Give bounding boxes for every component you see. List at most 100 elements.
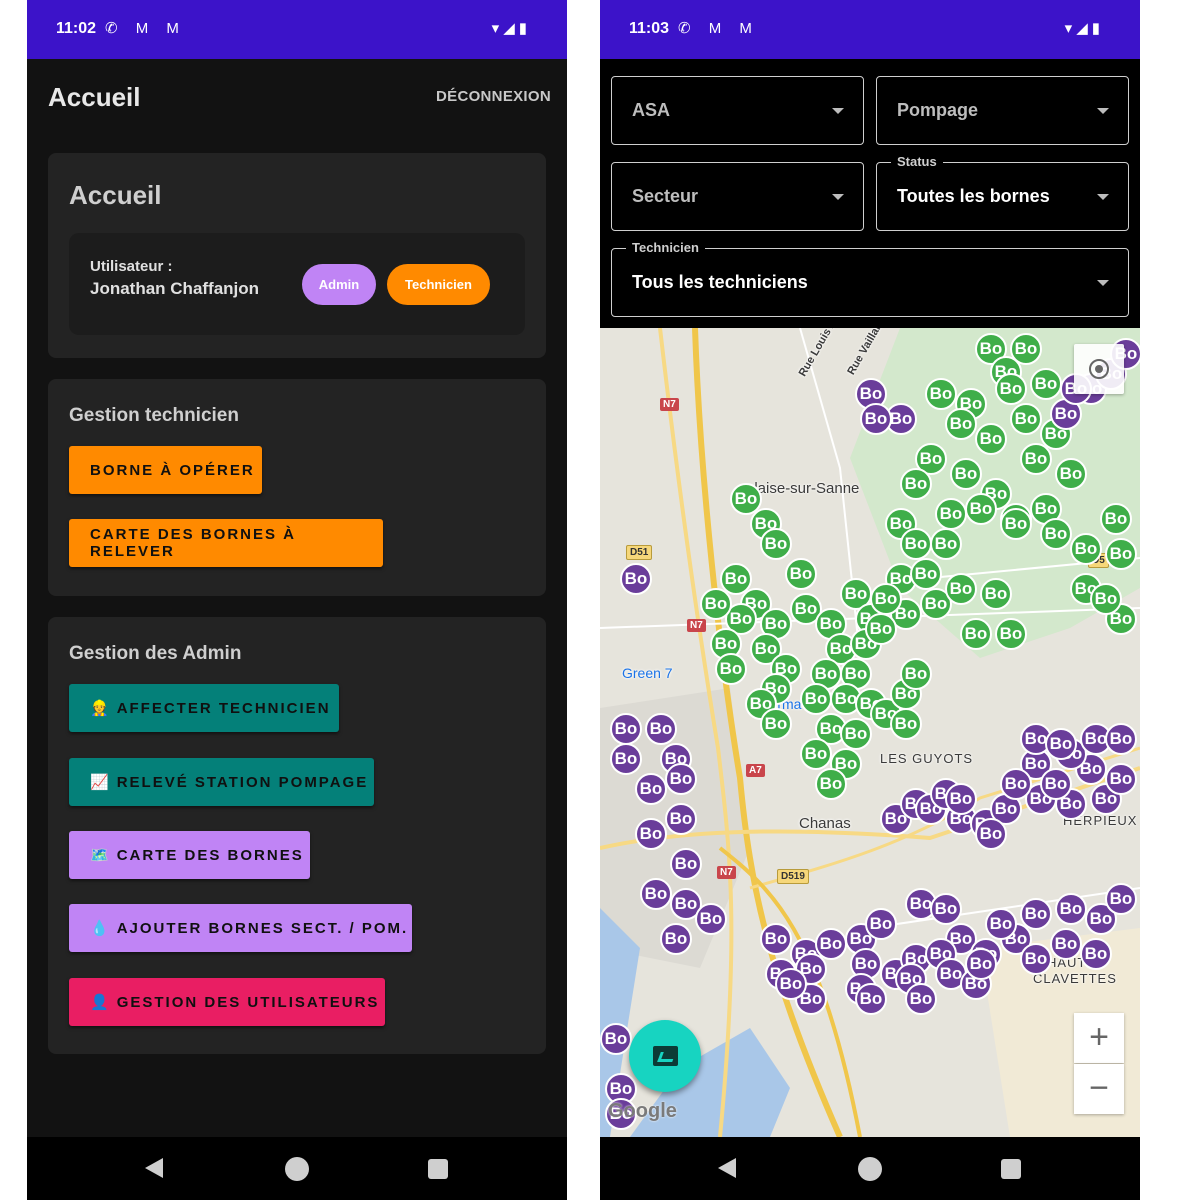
- map-marker[interactable]: Bo: [840, 718, 872, 750]
- map-marker[interactable]: Bo: [945, 408, 977, 440]
- map-marker[interactable]: Bo: [1020, 898, 1052, 930]
- map-marker[interactable]: Bo: [715, 653, 747, 685]
- map-marker[interactable]: Bo: [945, 783, 977, 815]
- ajouter-bornes-button[interactable]: 💧 AJOUTER BORNES SECT. / POM.: [69, 904, 412, 952]
- back-icon[interactable]: [145, 1158, 163, 1178]
- filter-panel: ASA Pompage Secteur Status Toutes les bo…: [600, 59, 1140, 328]
- map-marker[interactable]: Bo: [900, 528, 932, 560]
- map-marker[interactable]: Bo: [670, 848, 702, 880]
- map-marker[interactable]: Bo: [620, 563, 652, 595]
- zoom-out-button[interactable]: −: [1074, 1064, 1124, 1114]
- map-marker[interactable]: Bo: [610, 713, 642, 745]
- map-marker[interactable]: Bo: [1040, 518, 1072, 550]
- map-marker[interactable]: Bo: [925, 378, 957, 410]
- map-marker[interactable]: Bo: [785, 558, 817, 590]
- map-marker[interactable]: Bo: [930, 528, 962, 560]
- map-marker[interactable]: Bo: [910, 558, 942, 590]
- home-icon[interactable]: [858, 1157, 882, 1181]
- map-marker[interactable]: Bo: [865, 908, 897, 940]
- map-view[interactable]: N7 N7 N7 D51 A7 D519 D5 Rue Louis A Rue …: [600, 328, 1140, 1137]
- releve-station-pompage-button[interactable]: 📈 RELEVÉ STATION POMPAGE: [69, 758, 374, 806]
- map-marker[interactable]: Bo: [640, 878, 672, 910]
- map-marker[interactable]: Bo: [1105, 763, 1137, 795]
- map-marker[interactable]: Bo: [865, 613, 897, 645]
- map-marker[interactable]: Bo: [1000, 508, 1032, 540]
- gestion-utilisateurs-button[interactable]: 👤 GESTION DES UTILISATEURS: [69, 978, 385, 1026]
- affecter-technicien-button[interactable]: 👷 AFFECTER TECHNICIEN: [69, 684, 339, 732]
- logout-button[interactable]: DÉCONNEXION: [436, 88, 551, 105]
- map-marker[interactable]: Bo: [645, 713, 677, 745]
- map-marker[interactable]: Bo: [760, 923, 792, 955]
- asa-dropdown[interactable]: ASA: [611, 76, 864, 145]
- map-marker[interactable]: Bo: [855, 983, 887, 1015]
- map-marker[interactable]: Bo: [1040, 768, 1072, 800]
- map-marker[interactable]: Bo: [760, 528, 792, 560]
- map-marker[interactable]: Bo: [815, 768, 847, 800]
- carte-des-bornes-button[interactable]: 🗺️ CARTE DES BORNES: [69, 831, 310, 879]
- home-icon[interactable]: [285, 1157, 309, 1181]
- map-marker[interactable]: Bo: [1010, 403, 1042, 435]
- map-marker[interactable]: Bo: [995, 618, 1027, 650]
- map-marker[interactable]: Bo: [980, 578, 1012, 610]
- back-icon[interactable]: [718, 1158, 736, 1178]
- map-marker[interactable]: Bo: [660, 923, 692, 955]
- map-marker[interactable]: Bo: [890, 708, 922, 740]
- my-location-button[interactable]: [1074, 344, 1124, 394]
- map-marker[interactable]: Bo: [815, 928, 847, 960]
- map-marker[interactable]: Bo: [860, 403, 892, 435]
- map-marker[interactable]: Bo: [635, 818, 667, 850]
- map-marker[interactable]: Bo: [985, 908, 1017, 940]
- map-marker[interactable]: Bo: [945, 573, 977, 605]
- map-marker[interactable]: Bo: [1055, 893, 1087, 925]
- map-marker[interactable]: Bo: [935, 498, 967, 530]
- map-marker[interactable]: Bo: [965, 948, 997, 980]
- map-marker[interactable]: Bo: [1090, 583, 1122, 615]
- map-marker[interactable]: Bo: [975, 818, 1007, 850]
- map-marker[interactable]: Bo: [1105, 723, 1137, 755]
- map-marker[interactable]: Bo: [1100, 503, 1132, 535]
- map-marker[interactable]: Bo: [905, 983, 937, 1015]
- map-marker[interactable]: Bo: [1020, 943, 1052, 975]
- borne-a-operer-button[interactable]: BORNE À OPÉRER: [69, 446, 262, 494]
- recents-icon[interactable]: [428, 1159, 448, 1179]
- technicien-dropdown[interactable]: Technicien Tous les techniciens: [611, 240, 1129, 317]
- map-marker[interactable]: Bo: [665, 763, 697, 795]
- map-marker[interactable]: Bo: [700, 588, 732, 620]
- secteur-dropdown-value: Secteur: [632, 186, 699, 206]
- recents-icon[interactable]: [1001, 1159, 1021, 1179]
- map-marker[interactable]: Bo: [900, 658, 932, 690]
- map-marker[interactable]: Bo: [800, 738, 832, 770]
- map-marker[interactable]: Bo: [1030, 368, 1062, 400]
- map-marker[interactable]: Bo: [1050, 928, 1082, 960]
- map-marker[interactable]: Bo: [635, 773, 667, 805]
- map-marker[interactable]: Bo: [695, 903, 727, 935]
- map-marker[interactable]: Bo: [665, 803, 697, 835]
- map-type-fab[interactable]: [629, 1020, 701, 1092]
- zoom-in-button[interactable]: +: [1074, 1013, 1124, 1063]
- map-marker[interactable]: Bo: [775, 968, 807, 1000]
- map-marker[interactable]: Bo: [610, 743, 642, 775]
- map-marker[interactable]: Bo: [965, 493, 997, 525]
- map-marker[interactable]: Bo: [900, 468, 932, 500]
- map-marker[interactable]: Bo: [975, 423, 1007, 455]
- pompage-dropdown[interactable]: Pompage: [876, 76, 1129, 145]
- map-marker[interactable]: Bo: [1055, 458, 1087, 490]
- map-marker[interactable]: Bo: [960, 618, 992, 650]
- map-marker[interactable]: Bo: [760, 708, 792, 740]
- map-marker[interactable]: Bo: [930, 893, 962, 925]
- map-marker[interactable]: Bo: [1105, 538, 1137, 570]
- carte-bornes-a-relever-button[interactable]: CARTE DES BORNES À RELEVER: [69, 519, 383, 567]
- map-marker[interactable]: Bo: [1070, 533, 1102, 565]
- status-dropdown[interactable]: Status Toutes les bornes: [876, 154, 1129, 231]
- map-marker[interactable]: Bo: [600, 1023, 632, 1055]
- map-marker[interactable]: Bo: [1000, 768, 1032, 800]
- secteur-dropdown[interactable]: Secteur: [611, 162, 864, 231]
- map-marker[interactable]: Bo: [950, 458, 982, 490]
- map-marker[interactable]: Bo: [1080, 938, 1112, 970]
- map-marker[interactable]: Bo: [1045, 728, 1077, 760]
- map-marker[interactable]: Bo: [1105, 883, 1137, 915]
- map-marker[interactable]: Bo: [995, 373, 1027, 405]
- map-marker[interactable]: Bo: [800, 683, 832, 715]
- map-marker[interactable]: Bo: [1020, 443, 1052, 475]
- map-marker[interactable]: Bo: [870, 583, 902, 615]
